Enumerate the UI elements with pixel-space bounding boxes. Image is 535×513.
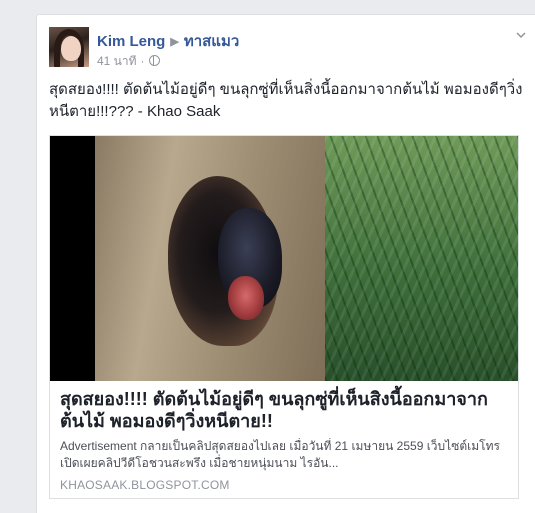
thumbnail-grass xyxy=(325,136,518,381)
link-preview-card[interactable]: สุดสยอง!!!! ตัดต้นไม้อยู่ดีๆ ขนลุกซู่ที่… xyxy=(49,135,519,499)
link-thumbnail[interactable] xyxy=(50,136,518,381)
link-description: Advertisement กลายเป็นคลิปสุดสยองไปเลย เ… xyxy=(60,439,500,470)
group-arrow-icon: ▶ xyxy=(170,36,179,48)
post-meta: 41 นาที · xyxy=(97,52,160,71)
link-title[interactable]: สุดสยอง!!!! ตัดต้นไม้อยู่ดีๆ ขนลุกซู่ที่… xyxy=(60,388,510,432)
chevron-down-icon[interactable] xyxy=(515,29,527,41)
avatar-face xyxy=(61,36,81,61)
link-domain: KHAOSAAK.BLOGSPOT.COM xyxy=(60,478,230,492)
author-name[interactable]: Kim Leng xyxy=(97,33,165,50)
thumbnail-red-tip xyxy=(228,276,264,320)
post-header: Kim Leng ▶ ทาสแมว xyxy=(97,29,239,53)
thumbnail-left-shade xyxy=(50,136,95,381)
globe-icon[interactable] xyxy=(148,55,160,66)
post-timestamp[interactable]: 41 นาที xyxy=(97,54,137,68)
meta-separator: · xyxy=(140,54,145,68)
feed-post: Kim Leng ▶ ทาสแมว 41 นาที · สุดสยอง!!!! ตัด… xyxy=(36,14,535,513)
group-name[interactable]: ทาสแมว xyxy=(184,33,239,50)
avatar[interactable] xyxy=(49,27,89,67)
post-message: สุดสยอง!!!! ตัดต้นไม้อยู่ดีๆ ขนลุกซู่ที่… xyxy=(49,81,523,120)
